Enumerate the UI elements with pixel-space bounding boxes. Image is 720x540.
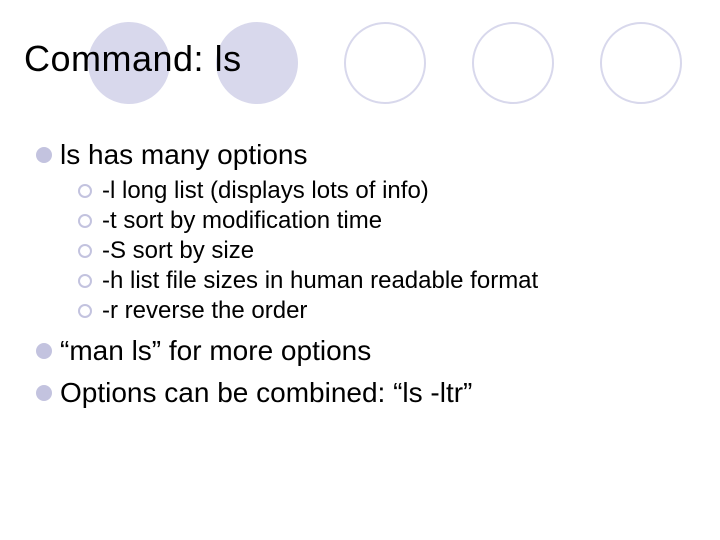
bullet-text: ls has many options (60, 138, 307, 172)
bullet-circle-icon (78, 244, 92, 258)
slide-content: ls has many options -l long list (display… (36, 130, 684, 414)
sub-bullet-group: -l long list (displays lots of info)-t s… (78, 176, 684, 326)
decorative-circle (344, 22, 426, 104)
bullet-dot-icon (36, 385, 52, 401)
bullet-circle-icon (78, 184, 92, 198)
decorative-circle (472, 22, 554, 104)
sub-bullet-text: -r reverse the order (102, 296, 307, 326)
bullet-level-1: Options can be combined: “ls -ltr” (36, 376, 684, 410)
bullet-text: “man ls” for more options (60, 334, 371, 368)
bullet-circle-icon (78, 304, 92, 318)
bullet-level-2: -h list file sizes in human readable for… (78, 266, 684, 296)
bullet-circle-icon (78, 274, 92, 288)
decorative-circle (600, 22, 682, 104)
sub-bullet-text: -l long list (displays lots of info) (102, 176, 429, 206)
sub-bullet-text: -t sort by modification time (102, 206, 382, 236)
bullet-level-2: -t sort by modification time (78, 206, 684, 236)
bullet-level-2: -S sort by size (78, 236, 684, 266)
sub-bullet-text: -h list file sizes in human readable for… (102, 266, 538, 296)
bullet-level-1: ls has many options (36, 138, 684, 172)
bullet-text: Options can be combined: “ls -ltr” (60, 376, 472, 410)
sub-bullet-text: -S sort by size (102, 236, 254, 266)
bullet-level-2: -r reverse the order (78, 296, 684, 326)
bullet-level-2: -l long list (displays lots of info) (78, 176, 684, 206)
slide-title: Command: ls (24, 38, 242, 80)
bullet-dot-icon (36, 147, 52, 163)
bullet-circle-icon (78, 214, 92, 228)
bullet-level-1: “man ls” for more options (36, 334, 684, 368)
bullet-dot-icon (36, 343, 52, 359)
